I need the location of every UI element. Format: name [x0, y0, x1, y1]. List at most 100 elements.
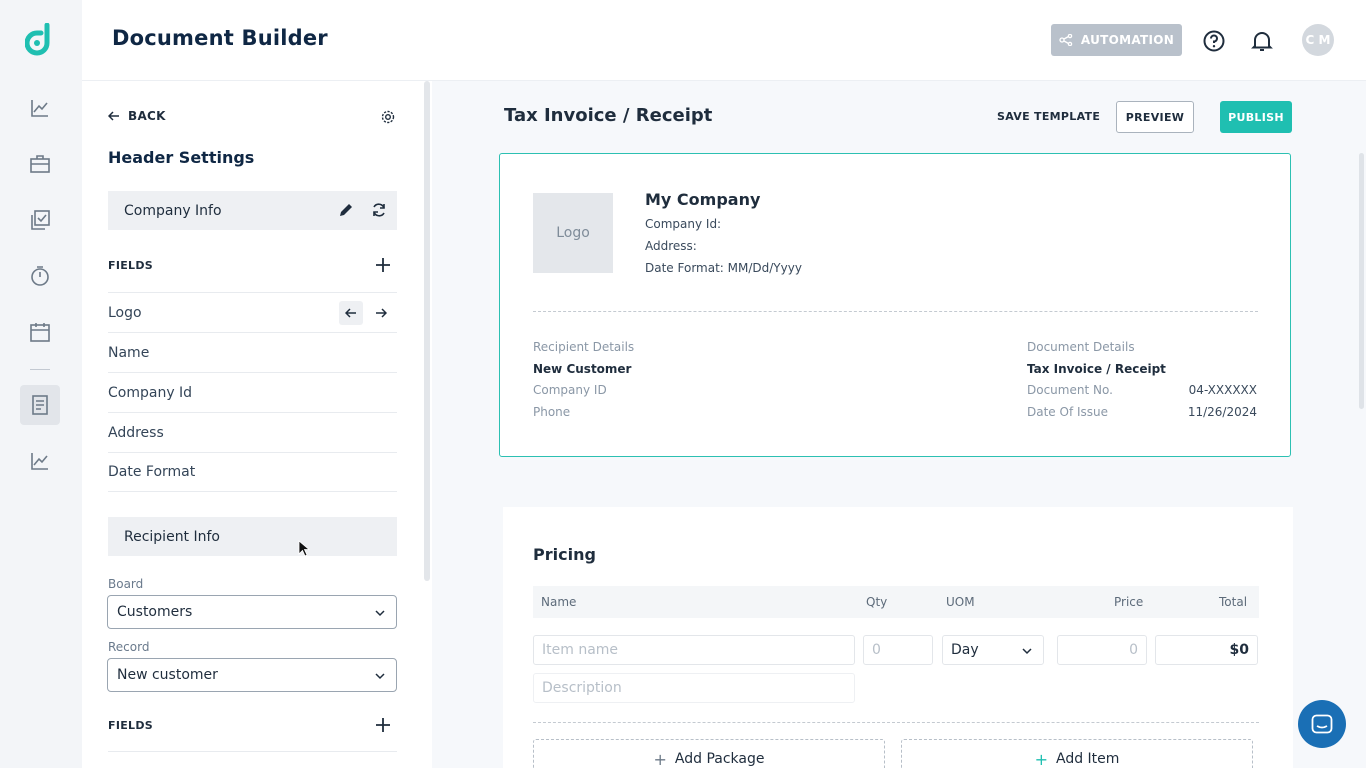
plus-icon: +: [653, 749, 667, 768]
gear-icon[interactable]: [380, 109, 396, 125]
automation-button[interactable]: AUTOMATION: [1051, 24, 1182, 56]
document-icon[interactable]: [27, 392, 53, 418]
address-line: Address:: [645, 239, 697, 253]
save-template-button[interactable]: SAVE TEMPLATE: [997, 110, 1100, 123]
recipient-info-section[interactable]: Recipient Info: [108, 517, 397, 556]
company-info-label: Company Info: [124, 202, 222, 219]
uom-value: Day: [951, 642, 979, 658]
field-row-name[interactable]: Name: [108, 332, 397, 372]
logo-placeholder[interactable]: Logo: [533, 193, 613, 273]
recipient-company-id: Company ID: [533, 383, 607, 397]
bell-icon[interactable]: [1250, 29, 1274, 53]
board-label: Board: [108, 577, 144, 591]
main-scrollbar[interactable]: [1359, 153, 1364, 409]
add-field-plus-icon[interactable]: [374, 256, 392, 274]
record-label: Record: [108, 640, 150, 654]
calendar-icon[interactable]: [27, 319, 53, 345]
refresh-icon[interactable]: [371, 201, 387, 219]
date-format-line: Date Format: MM/Dd/Yyyy: [645, 261, 802, 275]
total-value: $0: [1155, 635, 1258, 665]
uom-select[interactable]: Day: [942, 635, 1044, 665]
header-settings-panel: BACK Header Settings Company Info FIELDS…: [82, 81, 432, 768]
chat-launcher-button[interactable]: [1298, 700, 1346, 748]
user-avatar[interactable]: C M: [1302, 24, 1334, 56]
document-title: Tax Invoice / Receipt: [504, 105, 713, 126]
document-no-value: 04-XXXXXX: [1188, 383, 1257, 397]
price-input[interactable]: 0: [1057, 635, 1147, 665]
briefcase-icon[interactable]: [27, 151, 53, 177]
document-no-label: Document No.: [1027, 383, 1113, 397]
page-title: Document Builder: [112, 26, 328, 50]
header-divider: [533, 311, 1258, 312]
share-nodes-icon: [1059, 34, 1073, 46]
add-package-button[interactable]: + Add Package: [533, 739, 885, 768]
recipient-phone: Phone: [533, 405, 571, 419]
publish-button[interactable]: PUBLISH: [1220, 101, 1292, 133]
field-row-address[interactable]: Address: [108, 412, 397, 452]
document-header-card[interactable]: Logo My Company Company Id: Address: Dat…: [499, 153, 1291, 457]
fields-label-2: FIELDS: [108, 719, 153, 732]
field-label: Company Id: [108, 384, 193, 401]
record-value: New customer: [117, 667, 218, 683]
document-details-heading: Document Details: [1027, 340, 1135, 354]
add-item-label: Add Item: [1055, 751, 1120, 767]
arrow-left-icon: [345, 308, 356, 318]
field-row-company-id[interactable]: Company Id: [108, 372, 397, 412]
analytics-icon[interactable]: [27, 95, 53, 121]
reports-icon[interactable]: [27, 448, 53, 474]
add-package-label: Add Package: [674, 751, 765, 767]
move-left-button[interactable]: [339, 301, 363, 325]
record-select[interactable]: New customer: [107, 658, 397, 692]
field-label: Date Format: [108, 464, 196, 480]
move-right-button[interactable]: [369, 301, 393, 325]
add-item-button[interactable]: + Add Item: [901, 739, 1253, 768]
top-bar: Document Builder AUTOMATION C M: [82, 0, 1366, 81]
field-row-date-format[interactable]: Date Format: [108, 452, 397, 492]
pricing-card: Pricing Name Qty UOM Price Total Item na…: [503, 507, 1293, 768]
col-name: Name: [541, 595, 577, 609]
back-button[interactable]: BACK: [108, 109, 166, 123]
document-type: Tax Invoice / Receipt: [1027, 362, 1166, 376]
field-row-logo[interactable]: Logo: [108, 292, 397, 332]
date-of-issue-label: Date Of Issue: [1027, 405, 1109, 419]
panel-heading: Header Settings: [108, 148, 255, 167]
arrow-left-icon: [108, 111, 119, 121]
field-row-divider: [108, 751, 397, 768]
left-rail: [0, 0, 82, 768]
arrow-right-icon: [376, 308, 387, 318]
back-label: BACK: [128, 109, 166, 123]
company-info-section[interactable]: Company Info: [108, 191, 397, 230]
field-label: Name: [108, 344, 150, 361]
item-name-input[interactable]: Item name: [533, 635, 855, 665]
description-input[interactable]: Description: [533, 673, 855, 703]
preview-button[interactable]: PREVIEW: [1116, 101, 1194, 133]
plus-icon: +: [1034, 749, 1048, 768]
automation-label: AUTOMATION: [1080, 33, 1175, 47]
edit-pencil-icon[interactable]: [337, 201, 355, 219]
fields-label: FIELDS: [108, 259, 153, 272]
pricing-table-header: Name Qty UOM Price Total: [533, 586, 1259, 618]
pricing-divider: [533, 722, 1259, 723]
panel-scrollbar[interactable]: [424, 81, 430, 581]
col-uom: UOM: [946, 595, 975, 609]
company-name: My Company: [645, 190, 761, 209]
tasks-icon[interactable]: [27, 207, 53, 233]
date-of-issue-value: 11/26/2024: [1187, 405, 1257, 419]
timer-icon[interactable]: [27, 263, 53, 289]
field-label: Logo: [108, 304, 142, 321]
chevron-down-icon: [375, 610, 385, 617]
col-total: Total: [1219, 595, 1248, 609]
company-id-line: Company Id:: [645, 217, 722, 231]
col-price: Price: [1114, 595, 1144, 609]
add-field-plus-icon[interactable]: [374, 716, 392, 734]
help-icon[interactable]: [1202, 29, 1226, 53]
app-logo-icon[interactable]: [25, 23, 55, 57]
board-value: Customers: [117, 604, 193, 620]
qty-input[interactable]: 0: [863, 635, 933, 665]
chat-icon: [1311, 714, 1333, 734]
col-qty: Qty: [866, 595, 888, 609]
chevron-down-icon: [1022, 648, 1032, 655]
board-select[interactable]: Customers: [107, 595, 397, 629]
chevron-down-icon: [375, 673, 385, 680]
mouse-cursor-icon: [298, 540, 310, 557]
